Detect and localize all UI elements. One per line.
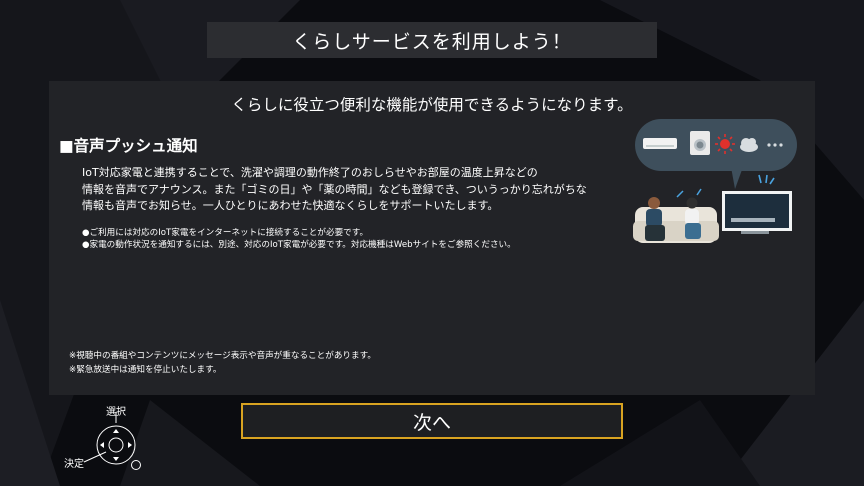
- note-line: ●家電の動作状況を通知するには、別途、対応のIoT家電が必要です。対応機種はWe…: [82, 240, 516, 250]
- subtitle: くらしに役立つ便利な機能が使用できるようになります。: [231, 96, 633, 114]
- tv-icon: [722, 191, 792, 234]
- content-panel: くらしに役立つ便利な機能が使用できるようになります。 ■音声プッシュ通知 IoT…: [49, 81, 815, 395]
- description-line: IoT対応家電と連携することで、洗濯や調理の動作終了のおしらせやお部屋の温度上昇…: [82, 166, 538, 179]
- footnotes: ※視聴中の番組やコンテンツにメッセージ表示や音声が重なることがあります。 ※緊急…: [69, 349, 629, 377]
- page-title: くらしサービスを利用しよう！: [292, 30, 572, 53]
- speech-bubble: [635, 119, 797, 189]
- sun-icon: [715, 134, 735, 154]
- cloud-icon: [740, 138, 758, 152]
- notes: ●ご利用には対応のIoT家電をインターネットに接続することが必要です。 ●家電の…: [82, 227, 642, 251]
- dpad-icon: [83, 412, 141, 470]
- family-on-sofa-illustration: [633, 188, 719, 243]
- air-conditioner-icon: [643, 138, 677, 149]
- more-dots-icon: [767, 143, 783, 147]
- washing-machine-icon: [690, 131, 710, 155]
- footnote-line: ※視聴中の番組やコンテンツにメッセージ表示や音声が重なることがあります。: [69, 351, 376, 361]
- description-line: 情報も音声でお知らせ。一人ひとりにあわせた快適なくらしをサポートいたします。: [82, 199, 499, 212]
- next-button-label: 次へ: [412, 411, 451, 434]
- page-title-bar: くらしサービスを利用しよう！: [207, 22, 657, 58]
- alert-marks: [758, 174, 775, 185]
- section-heading: ■音声プッシュ通知: [59, 137, 198, 155]
- description: IoT対応家電と連携することで、洗濯や調理の動作終了のおしらせやお部屋の温度上昇…: [82, 165, 642, 215]
- description-line: 情報を音声でアナウンス。また「ゴミの日」や「薬の時間」なども登録でき、ついうっか…: [82, 182, 587, 196]
- next-button[interactable]: 次へ: [241, 403, 623, 439]
- note-line: ●ご利用には対応のIoT家電をインターネットに接続することが必要です。: [82, 228, 369, 238]
- footnote-line: ※緊急放送中は通知を停止いたします。: [69, 365, 222, 375]
- iot-notification-illustration: [633, 119, 797, 243]
